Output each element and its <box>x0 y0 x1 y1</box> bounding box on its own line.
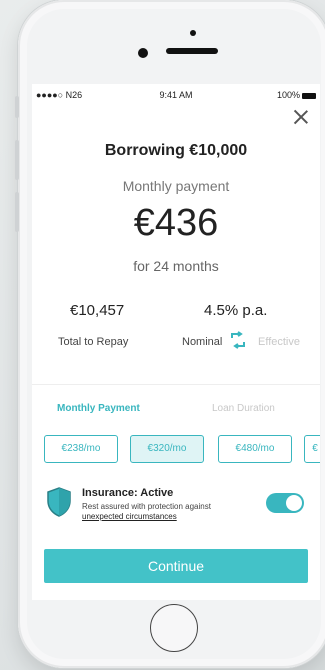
volume-up-button <box>15 140 19 180</box>
proximity-sensor <box>190 30 196 36</box>
volume-down-button <box>15 192 19 232</box>
tab-loan-duration[interactable]: Loan Duration <box>212 403 275 414</box>
monthly-payment-label: Monthly payment <box>122 178 230 194</box>
insurance-details-link[interactable]: unexpected circumstances <box>82 512 177 521</box>
total-repay-value: €10,457 <box>70 302 125 319</box>
earpiece <box>166 48 218 54</box>
toggle-knob <box>286 495 302 511</box>
insurance-toggle[interactable] <box>266 493 304 513</box>
insurance-title: Insurance: Active <box>82 487 174 499</box>
nominal-rate-option[interactable]: Nominal <box>182 336 222 348</box>
insurance-description: Rest assured with protection against <box>82 502 211 511</box>
mute-switch <box>15 96 19 118</box>
page-title: Borrowing €10,000 <box>104 142 248 159</box>
front-camera <box>138 48 148 58</box>
home-button[interactable] <box>150 604 198 652</box>
payment-option-partial[interactable]: € <box>304 435 320 463</box>
payment-option-480[interactable]: €480/mo <box>218 435 292 463</box>
status-bar: ●●●●○ N26 9:41 AM 100% <box>32 90 320 106</box>
battery-icon <box>302 92 316 99</box>
total-repay-label: Total to Repay <box>58 336 129 348</box>
options-panel: Monthly Payment Loan Duration €238/mo €3… <box>32 384 320 600</box>
close-icon[interactable] <box>292 108 310 126</box>
app-screen: ●●●●○ N26 9:41 AM 100% Borrowing €10,000… <box>32 84 320 600</box>
effective-rate-option[interactable]: Effective <box>258 336 300 348</box>
shield-icon <box>47 487 71 517</box>
interest-rate-value: 4.5% p.a. <box>204 302 268 319</box>
loan-period: for 24 months <box>133 258 219 274</box>
tab-monthly-payment[interactable]: Monthly Payment <box>57 403 140 414</box>
continue-button[interactable]: Continue <box>44 549 308 583</box>
monthly-payment-amount: €436 <box>133 202 219 244</box>
swap-rate-icon[interactable] <box>228 330 248 350</box>
payment-option-238[interactable]: €238/mo <box>44 435 118 463</box>
payment-option-320[interactable]: €320/mo <box>130 435 204 463</box>
battery-status: 100% <box>277 90 316 100</box>
